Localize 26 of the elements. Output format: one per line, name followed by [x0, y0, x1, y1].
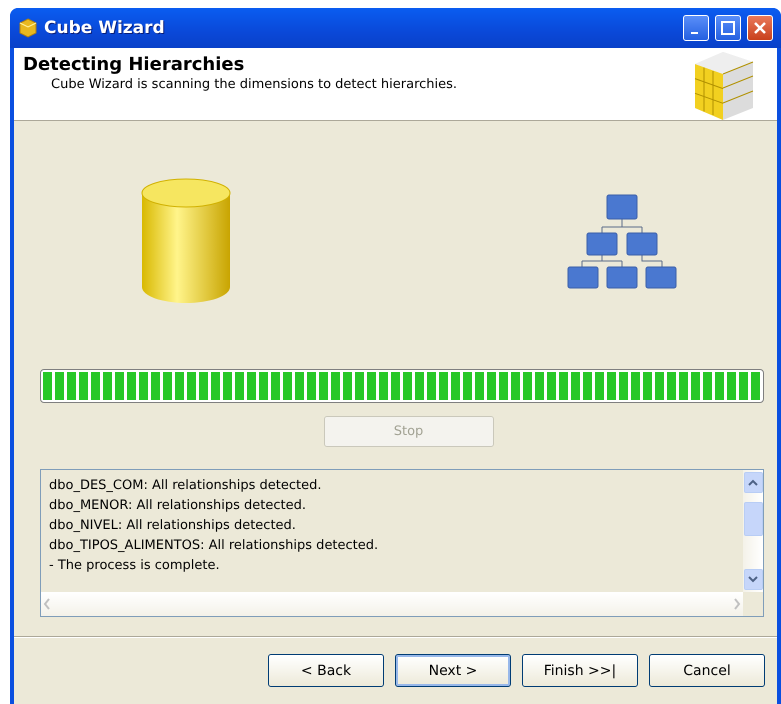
maximize-icon: [721, 21, 735, 35]
hierarchy-diagram-icon: [567, 193, 677, 289]
maximize-button[interactable]: [715, 15, 741, 41]
log-line: dbo_NIVEL: All relationships detected.: [49, 517, 297, 535]
scroll-thumb[interactable]: [744, 502, 762, 536]
log-line: - The process is complete.: [49, 557, 221, 575]
page-subtitle: Cube Wizard is scanning the dimensions to detect hierarchies.: [51, 77, 458, 92]
minimize-button[interactable]: [683, 15, 709, 41]
scroll-down-icon[interactable]: [744, 569, 762, 590]
window-title: Cube Wizard: [44, 18, 166, 38]
wizard-button[interactable]: < Back: [268, 654, 384, 687]
wizard-button[interactable]: Next >: [395, 654, 511, 687]
wizard-button[interactable]: Cancel: [649, 654, 765, 687]
vertical-scrollbar[interactable]: [743, 470, 763, 592]
close-button[interactable]: [747, 15, 773, 41]
close-icon: [753, 21, 767, 35]
log-line: dbo_TIPOS_ALIMENTOS: All relationships detected.: [49, 537, 380, 555]
scroll-up-icon[interactable]: [744, 472, 762, 493]
page-title: Detecting Hierarchies: [23, 54, 246, 75]
log-line: dbo_DES_COM: All relationships detected.: [49, 477, 323, 495]
database-cylinder-icon: [140, 177, 232, 305]
wizard-button[interactable]: Finish >>|: [522, 654, 638, 687]
cube-grid-icon: [693, 50, 755, 120]
cube-icon: [18, 18, 38, 38]
log-line: dbo_MENOR: All relationships detected.: [49, 497, 308, 515]
minimize-icon: [690, 32, 698, 34]
